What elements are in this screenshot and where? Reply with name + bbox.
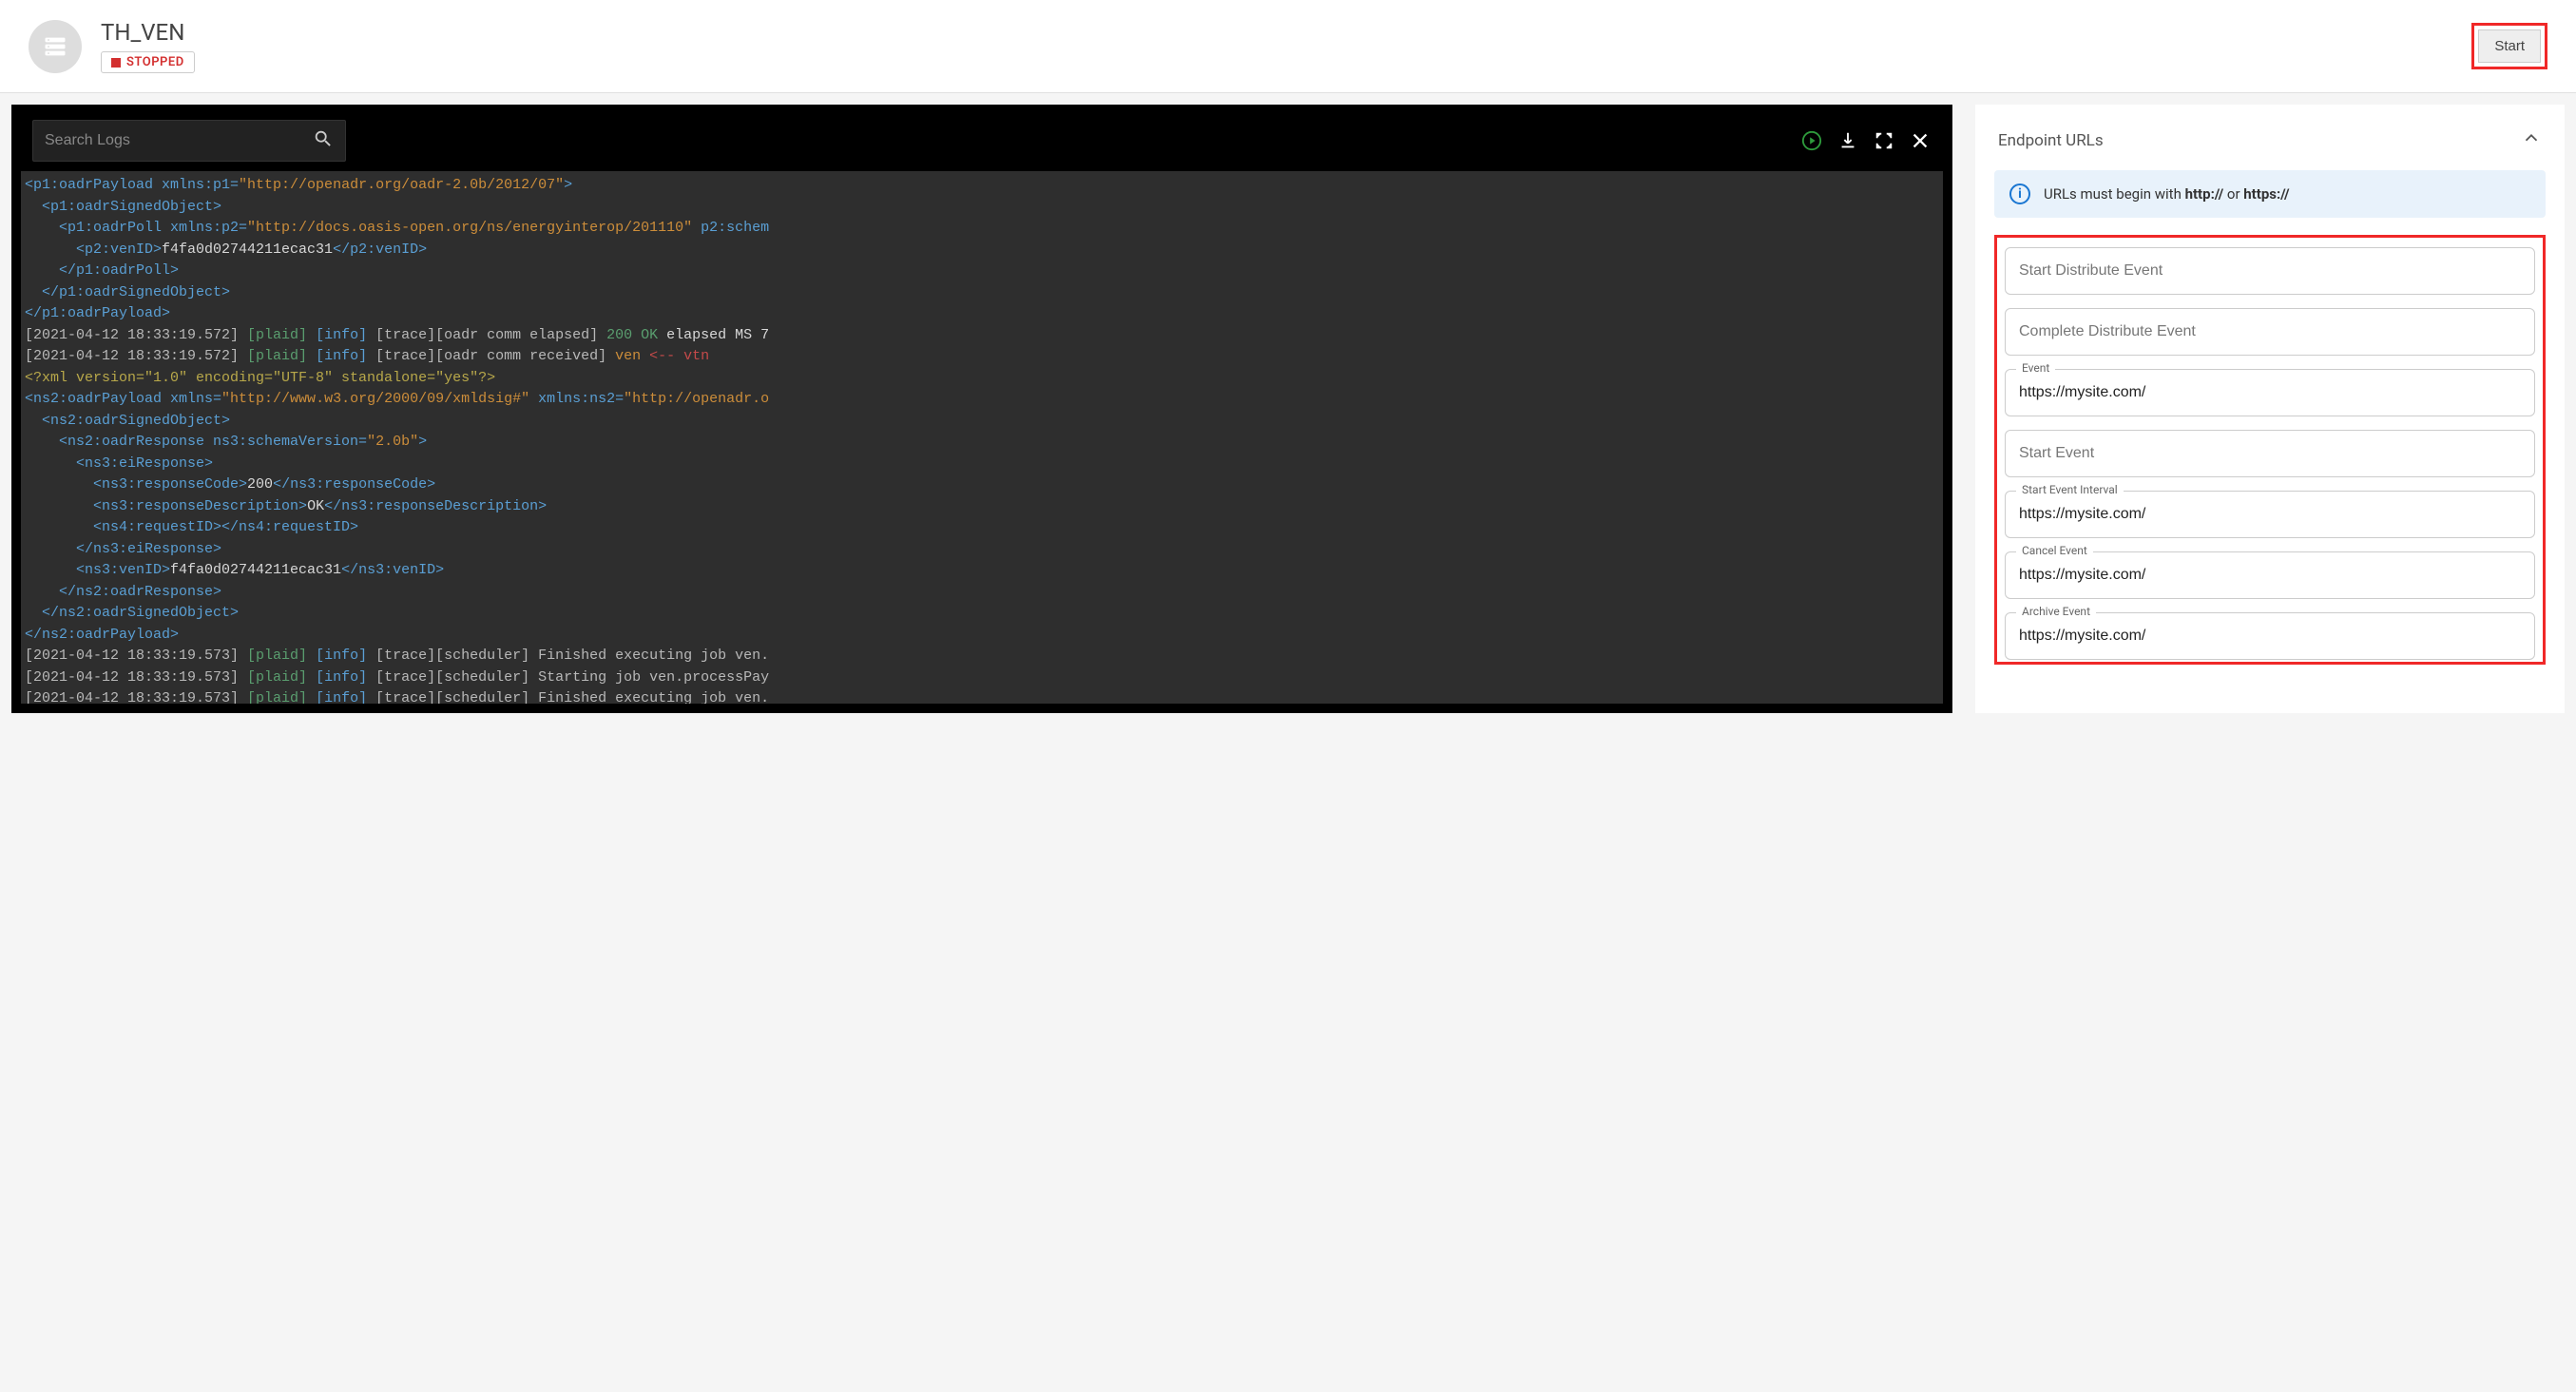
archive-event-field: Archive Event	[2005, 612, 2535, 660]
status-badge: STOPPED	[101, 51, 195, 73]
info-banner: i URLs must begin with http:// or https:…	[1994, 170, 2546, 218]
start-button[interactable]: Start	[2478, 29, 2541, 63]
stop-icon	[111, 58, 121, 68]
close-icon[interactable]	[1909, 129, 1932, 152]
download-icon[interactable]	[1836, 129, 1859, 152]
start-event-interval-field: Start Event Interval	[2005, 491, 2535, 538]
fullscreen-icon[interactable]	[1873, 129, 1895, 152]
avatar	[29, 20, 82, 73]
event-input[interactable]	[2005, 369, 2535, 416]
chevron-up-icon	[2521, 127, 2542, 153]
start-event-field	[2005, 430, 2535, 477]
start-event-input[interactable]	[2005, 430, 2535, 477]
log-body[interactable]: <p1:oadrPayload xmlns:p1="http://openadr…	[21, 171, 1943, 704]
archive-event-input[interactable]	[2005, 612, 2535, 660]
log-panel: <p1:oadrPayload xmlns:p1="http://openadr…	[11, 105, 1952, 713]
play-icon[interactable]	[1800, 129, 1823, 152]
search-icon	[313, 128, 334, 153]
server-icon	[42, 33, 68, 60]
page-header: TH_VEN STOPPED Start	[0, 0, 2576, 93]
start-distribute-event-field	[2005, 247, 2535, 295]
page-title: TH_VEN	[101, 19, 2471, 46]
endpoint-panel: Endpoint URLs i URLs must begin with htt…	[1975, 105, 2565, 713]
start-button-highlight: Start	[2471, 23, 2547, 69]
log-toolbar	[21, 114, 1943, 171]
status-text: STOPPED	[126, 55, 184, 69]
complete-distribute-event-field	[2005, 308, 2535, 356]
search-input[interactable]	[45, 132, 303, 149]
complete-distribute-event-input[interactable]	[2005, 308, 2535, 356]
start-event-interval-input[interactable]	[2005, 491, 2535, 538]
event-field: Event	[2005, 369, 2535, 416]
endpoint-form: Event Start Event Interval Cancel Event …	[1994, 235, 2546, 665]
info-icon: i	[2009, 184, 2030, 204]
start-distribute-event-input[interactable]	[2005, 247, 2535, 295]
info-text: URLs must begin with http:// or https://	[2044, 185, 2290, 203]
cancel-event-field: Cancel Event	[2005, 551, 2535, 599]
panel-title: Endpoint URLs	[1998, 131, 2104, 150]
cancel-event-input[interactable]	[2005, 551, 2535, 599]
panel-header[interactable]: Endpoint URLs	[1994, 120, 2546, 170]
log-search[interactable]	[32, 120, 346, 162]
